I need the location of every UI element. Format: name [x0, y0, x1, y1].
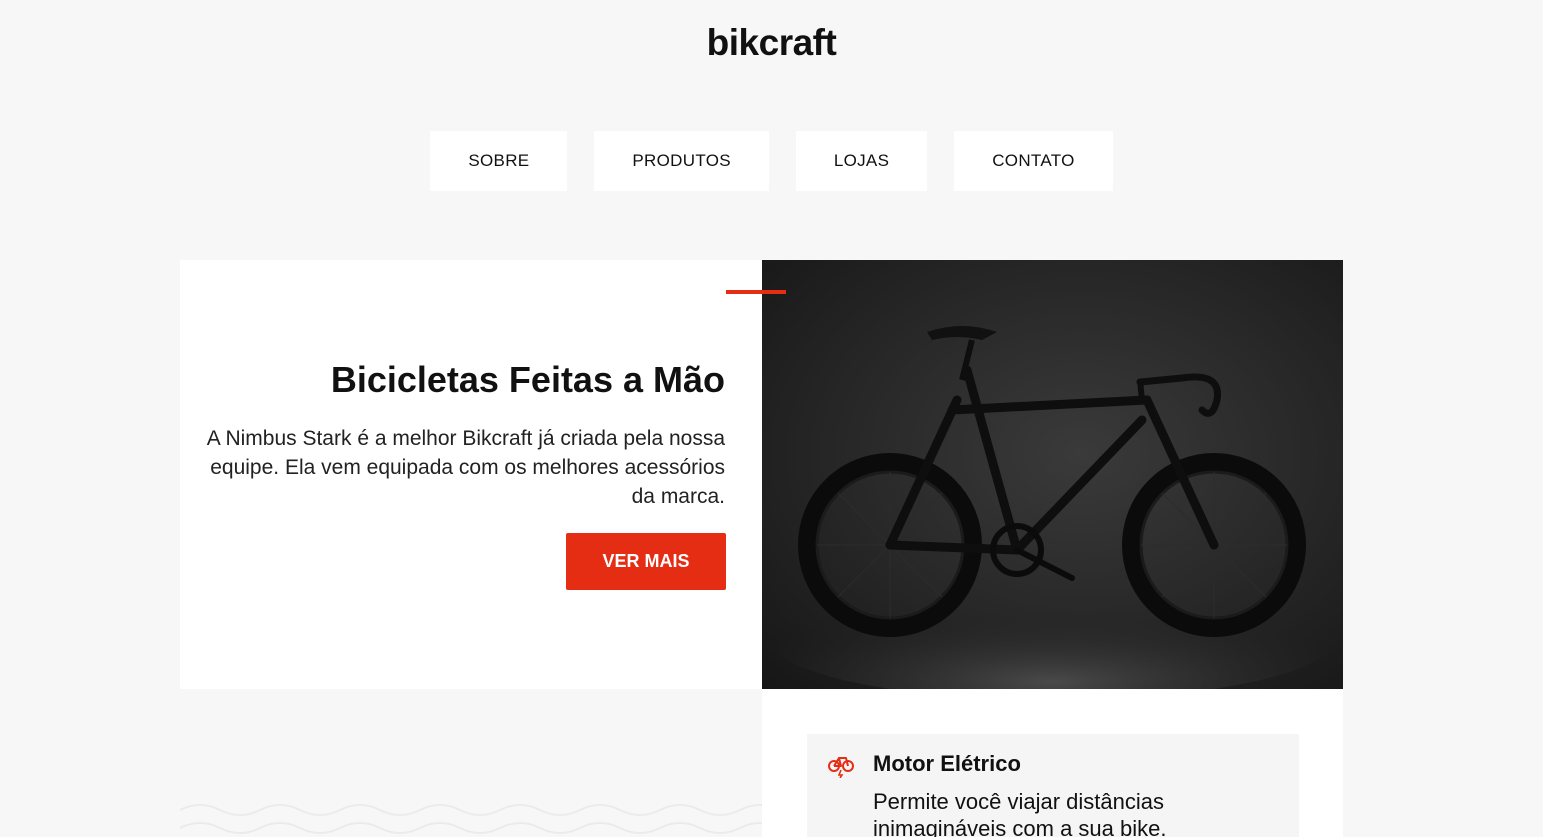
hero-description: A Nimbus Stark é a melhor Bikcraft já cr…	[206, 427, 725, 508]
accent-line	[726, 290, 786, 294]
ver-mais-button[interactable]: VER MAIS	[566, 533, 726, 590]
nav-item-produtos[interactable]: PRODUTOS	[594, 131, 769, 191]
nav-item-lojas[interactable]: LOJAS	[795, 131, 928, 191]
feature-title: Motor Elétrico	[873, 751, 1021, 776]
feature-card: Motor Elétrico Permite você viajar distâ…	[807, 734, 1299, 837]
nav-item-contato[interactable]: CONTATO	[954, 131, 1113, 191]
bicycle-photo-icon	[772, 326, 1332, 689]
hero-bicycle-image	[762, 260, 1343, 689]
nav-item-sobre[interactable]: SOBRE	[430, 131, 568, 191]
main-nav: SOBRE PRODUTOS LOJAS CONTATO	[0, 131, 1543, 191]
hero-title: Bicicletas Feitas a Mão	[330, 359, 725, 400]
feature-description: Permite você viajar distâncias inimaginá…	[873, 789, 1167, 837]
electric-bike-icon	[828, 757, 854, 778]
site-logo[interactable]: bikcraft	[0, 22, 1543, 64]
decorative-waves	[180, 804, 762, 834]
hero-content: Bicicletas Feitas a Mão A Nimbus Stark é…	[180, 260, 762, 689]
